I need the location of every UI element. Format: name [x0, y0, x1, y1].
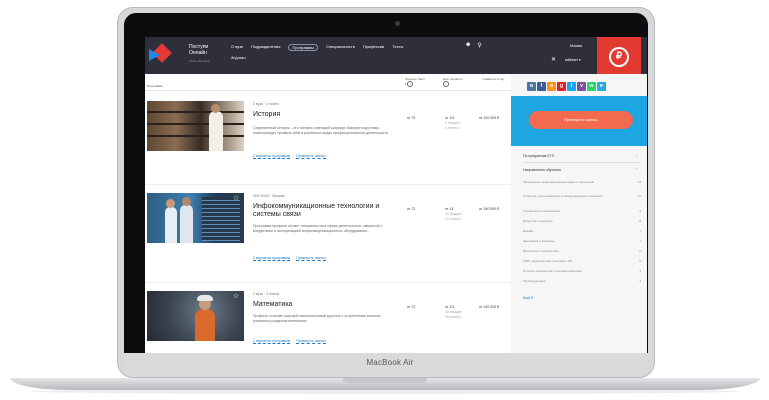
facebook-icon[interactable]: f	[537, 82, 546, 91]
nav-item-specialties[interactable]: Специальности	[326, 44, 355, 51]
user-icon[interactable]: ☻	[465, 42, 471, 49]
variants-link[interactable]: 2 варианта программы	[253, 339, 291, 344]
laptop-notch	[343, 378, 427, 383]
score-value: от 72	[407, 305, 416, 309]
divider	[145, 282, 511, 283]
price-value: от 120 000 ₽	[479, 116, 500, 120]
filter-ege[interactable]: По предметам ЕГЭ	[523, 154, 554, 158]
chances-banner: Проверить шансы	[511, 96, 647, 146]
program-title[interactable]: Инфокоммуникационные технологии и систем…	[253, 203, 393, 219]
program-meta: НИУ ВШЭ · Москва	[253, 194, 285, 198]
chevron-down-icon[interactable]: ⌄	[635, 153, 638, 158]
filter-row[interactable]: История, археология и документоведение 4	[523, 269, 641, 273]
filter-row[interactable]: Искусство и культура 8	[523, 219, 641, 223]
city-selector[interactable]: Москва	[570, 44, 582, 48]
product-mockup: MacBook Air Поступи Онлайн Online-Bologna…	[0, 0, 769, 400]
star-icon[interactable]: ☆	[233, 194, 239, 202]
telecom-photo[interactable]: ☆	[147, 193, 244, 243]
header-icons: ☻ ⚲	[465, 42, 482, 49]
places-value: от 2.5 16 бюджет 30 платно	[445, 305, 463, 319]
star-icon[interactable]: ☆	[233, 292, 239, 300]
history-photo[interactable]	[147, 101, 244, 151]
screen: Поступи Онлайн Online-Bologna О вузе Подр…	[145, 37, 647, 353]
whatsapp-icon[interactable]: w	[587, 82, 596, 91]
info-icon[interactable]: i	[443, 81, 449, 87]
laptop-brand: MacBook Air	[366, 358, 414, 367]
filter-row[interactable]: Математика, информационные науки и техно…	[523, 180, 641, 184]
variants-link[interactable]: 2 варианта программы	[253, 154, 291, 159]
ruble-icon: ₽	[609, 47, 629, 67]
filter-row[interactable]: СМИ, журналистика, реклама и PR 5	[523, 259, 641, 263]
price-value: от 130 000 ₽	[479, 305, 500, 309]
close-icon[interactable]: ✕	[551, 56, 556, 63]
telegram-icon[interactable]: ➤	[597, 82, 606, 91]
sidebar: в f o g t v w ➤ Проверить шансы По предм…	[511, 74, 647, 353]
filter-row[interactable]: Экономика и финансы 7	[523, 239, 641, 243]
places-value: от 3.5 3 бюджет 6 платно	[445, 116, 461, 130]
social-share: в f o g t v w ➤	[527, 82, 606, 91]
divider	[145, 90, 511, 91]
program-links: 2 варианта программы Проверить шансы	[253, 154, 332, 159]
program-desc: Программа профиля готовит специалистов в…	[253, 224, 383, 233]
divider	[145, 184, 511, 185]
filter-row[interactable]: Юриспруденция 4	[523, 279, 641, 283]
program-title[interactable]: Математика	[253, 301, 393, 309]
program-desc: Современный историк – это человек, имеющ…	[253, 126, 388, 135]
info-icon[interactable]: i	[407, 81, 414, 87]
search-icon[interactable]: ⚲	[477, 42, 481, 49]
chances-link[interactable]: Проверить шансы	[296, 256, 326, 261]
program-meta: 2 вуза · 2 плана	[253, 102, 279, 106]
program-links: 2 варианта программы Проверить шансы	[253, 256, 332, 261]
filter-row[interactable]: Филология и лингвистика 6	[523, 249, 641, 253]
program-meta: 2 вуза · 2 плана	[253, 292, 279, 296]
col-places: мест на место i	[443, 77, 463, 87]
places-value: от 13 34 бюджет 10 платно	[445, 207, 463, 221]
filter-row[interactable]: Дизайн 7	[523, 229, 641, 233]
program-links: 2 варианта программы Проверить шансы	[253, 339, 332, 344]
col-score[interactable]: проходн. балл ▾ i	[405, 77, 427, 87]
chances-link[interactable]: Проверить шансы	[296, 339, 326, 344]
program-desc: Профиль сочетает широкий математический …	[253, 314, 381, 323]
logo-subtitle: Online-Bologna	[189, 59, 210, 63]
logo-icon[interactable]	[149, 43, 172, 65]
chances-link[interactable]: Проверить шансы	[296, 154, 326, 159]
nav-item-professions[interactable]: Профессии	[363, 44, 384, 51]
price-value: от 240 000 ₽	[479, 207, 500, 211]
program-title[interactable]: История	[253, 111, 393, 119]
odnoklassniki-icon[interactable]: o	[547, 82, 556, 91]
math-photo[interactable]: ☆	[147, 291, 244, 341]
filter-directions[interactable]: Направления обучения	[523, 168, 561, 172]
nav-item-programs[interactable]: Программы	[288, 44, 318, 51]
filter-row[interactable]: Политика, регионоведение и международные…	[523, 194, 641, 198]
nav-item-about[interactable]: О вузе	[231, 44, 243, 51]
score-value: от 72	[407, 207, 416, 211]
nav-item-departments[interactable]: Подразделения	[251, 44, 280, 51]
col-program: Программа	[147, 84, 163, 88]
divider	[523, 162, 641, 163]
vk-icon[interactable]: в	[527, 82, 536, 91]
google-plus-icon[interactable]: g	[557, 82, 566, 91]
show-more-link[interactable]: Ещё 8	[523, 296, 533, 300]
check-chances-button[interactable]: Проверить шансы	[529, 111, 633, 129]
site-header: Поступи Онлайн Online-Bologna О вузе Подр…	[145, 37, 647, 82]
score-value: от 70	[407, 116, 416, 120]
camera-icon	[395, 21, 400, 26]
chevron-up-icon[interactable]: ⌃	[635, 167, 638, 172]
twitter-icon[interactable]: t	[567, 82, 576, 91]
nav-item-tests[interactable]: Тесты	[392, 44, 403, 51]
main-nav: О вузе Подразделения Программы Специальн…	[231, 44, 403, 51]
logo-title[interactable]: Поступи Онлайн	[189, 44, 208, 56]
col-price: стоимость в год	[482, 77, 504, 81]
viber-icon[interactable]: v	[577, 82, 586, 91]
variants-link[interactable]: 2 варианта программы	[253, 256, 291, 261]
cabinet-link[interactable]: кабинет ▾	[565, 58, 581, 62]
nav-item-journal[interactable]: Журнал	[231, 55, 246, 60]
filter-row[interactable]: Управление и менеджмент 9	[523, 209, 641, 213]
